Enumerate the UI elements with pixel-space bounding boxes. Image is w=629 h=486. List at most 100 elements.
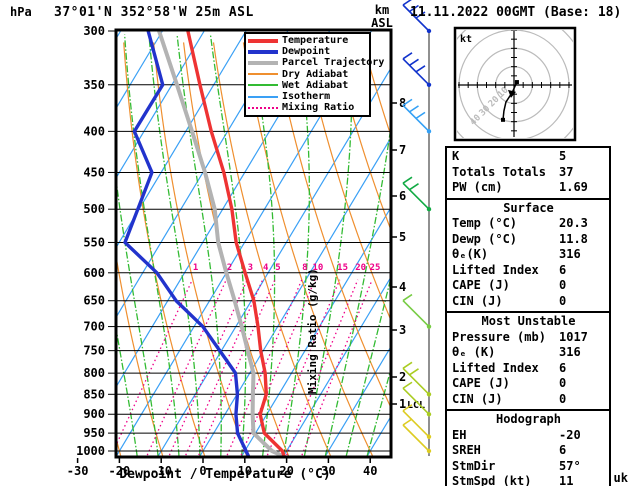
svg-text:15: 15 [337,263,348,273]
panel-row-value: 0 [559,293,567,308]
station-title: 37°01'N 352°58'W 25m ASL [54,5,254,20]
svg-text:450: 450 [83,165,105,179]
panel-row-value: 316 [559,345,581,359]
panel-row: Totals Totals 37 [452,165,605,181]
panel-row-label: EH [452,427,467,442]
panel-row: Lifted Index 6 [452,361,605,377]
temperature-axis-label: Dewpoint / Temperature (°C) [119,467,331,482]
wind-barb [402,98,432,134]
legend-swatch-mixing-ratio [248,106,278,109]
svg-text:25: 25 [370,263,381,273]
panel-row: θₑ(K) 316 [452,247,605,263]
svg-text:600: 600 [83,266,105,280]
svg-text:20: 20 [355,263,366,273]
panel-row-value: 0 [559,391,567,406]
panel-row-value: 20.3 [559,216,588,230]
panel-row: SREH 6 [452,443,605,459]
legend-item: Parcel Trajectory [248,57,384,68]
svg-text:750: 750 [83,344,105,358]
stats-panel-most-unstable: Most Unstable Pressure (mb) 1017 θₑ (K) 316 L… [445,311,611,411]
svg-text:400: 400 [83,124,105,138]
panel-row-label: CIN (J) [452,391,503,406]
legend-swatch-temperature [248,38,278,43]
legend-swatch-wet-adiabat [248,84,278,87]
panel-row-label: Pressure (mb) [452,329,546,344]
legend-label: Dewpoint [282,46,331,58]
panel-row-value: 1.69 [559,180,588,194]
panel-row-label: Totals Totals [452,164,546,179]
panel-row-label: CAPE (J) [452,278,510,292]
panel-row: CAPE (J) 0 [452,278,605,294]
panel-row: StmSpd (kt) 11 [452,474,605,486]
panel-row-label: Lifted Index [452,262,539,277]
panel-row-label: θₑ(K) [452,247,489,261]
legend-item: Dry Adiabat [248,69,369,80]
legend-item: Wet Adiabat [248,80,369,91]
legend-swatch-dewpoint [248,49,278,54]
legend-label: Mixing Ratio [282,102,355,114]
stats-panel: K 5 Totals Totals 37 PW (cm) 1.69 [445,146,611,200]
panel-row-label: Temp (°C) [452,216,518,230]
svg-text:300: 300 [83,24,105,38]
panel-row-value: 11.8 [559,231,588,246]
panel-row: CIN (J) 0 [452,392,605,408]
panel-row-value: 6 [559,262,567,277]
panel-row: θₑ (K) 316 [452,345,605,361]
svg-text:650: 650 [83,294,105,308]
svg-text:3: 3 [248,263,253,273]
panel-row-value: 6 [559,443,567,457]
panel-row-label: PW (cm) [452,180,503,194]
legend-label: Dry Adiabat [282,68,349,80]
panel-row-label: K [452,149,460,163]
panel-row-value: 1017 [559,329,588,344]
svg-text:1000: 1000 [76,444,105,458]
dewpoint-curve [123,31,251,456]
legend-item: Temperature [248,35,369,46]
panel-row-label: Lifted Index [452,360,539,375]
svg-text:700: 700 [83,320,105,334]
svg-text:5: 5 [399,230,406,244]
legend-label: Temperature [282,35,349,47]
svg-text:6: 6 [399,189,406,203]
panel-row-value: 5 [559,149,567,163]
stats-panel-surface: Surface Temp (°C) 20.3 Dewp (°C) 11.8 θₑ(K) 31… [445,197,611,313]
panel-row-value: 57° [559,458,581,473]
panel-row: Pressure (mb) 1017 [452,330,605,346]
svg-text:350: 350 [83,78,105,92]
svg-text:5: 5 [275,263,280,273]
panel-row-value: 0 [559,278,567,292]
legend-item: Isotherm [248,91,369,102]
wind-barb [402,52,432,87]
panel-header: Hodograph [495,412,562,426]
pressure-tick-labels: 300 350 400 450 500 550 600 650 700 750 800 850 900 9… [76,24,116,458]
panel-row: Dewp (°C) 11.8 [452,232,605,248]
panel-row: EH -20 [452,428,605,444]
legend: Temperature Dewpoint Parcel Trajectory Dry … [244,32,384,118]
legend-swatch-parcel-trajectory [248,60,278,65]
panel-row: StmDir 57° [452,459,605,475]
legend-label: Wet Adiabat [282,79,349,91]
panel-header: Surface [503,200,554,215]
datetime-label: 11.11.2022 00GMT (Base: 18) [410,5,622,20]
panel-row-label: StmSpd (kt) [452,474,532,486]
legend-item: Mixing Ratio [248,102,369,113]
pressure-axis-unit: hPa [10,5,32,19]
panel-header: Most Unstable [481,314,576,328]
panel-row-label: θₑ (K) [452,345,496,359]
legend-swatch-isotherm [248,95,278,98]
mixing-ratio-axis-label: Mixing Ratio (g/kg) [306,268,319,394]
panel-row: CAPE (J) 0 [452,376,605,392]
panel-row-label: StmDir [452,458,496,473]
legend-label: Parcel Trajectory [282,57,385,69]
legend-item: Dewpoint [248,46,369,57]
panel-row-label: CAPE (J) [452,376,510,390]
legend-label: Isotherm [282,91,331,103]
panel-row-value: -20 [559,427,581,442]
legend-swatch-dry-adiabat [248,73,278,76]
hodograph-unit-label: kt [460,34,472,45]
panel-row-label: CIN (J) [452,293,503,308]
panel-row-value: 11 [559,474,574,486]
panel-row-label: SREH [452,443,481,457]
hodograph: 10203040kt [453,26,577,142]
panel-row: PW (cm) 1.69 [452,180,605,196]
